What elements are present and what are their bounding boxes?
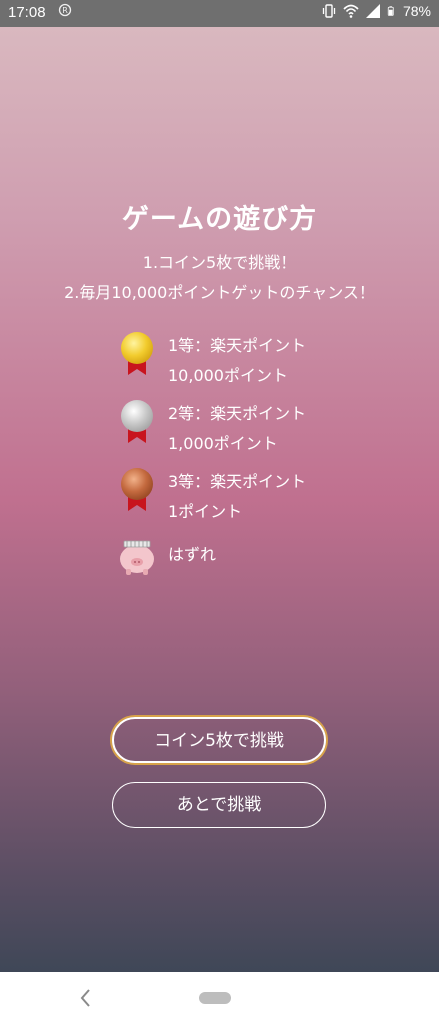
gold-medal-icon — [121, 332, 153, 375]
prize-amount: 10,000ポイント — [168, 366, 288, 385]
status-bar: 17:08 R 78% — [0, 0, 439, 27]
rule-line: 2.毎月10,000ポイントゲットのチャンス！ — [64, 283, 375, 302]
silver-medal-icon — [121, 400, 153, 443]
rule-line: 1.コイン5枚で挑戦！ — [142, 253, 297, 272]
challenge-later-button[interactable]: あとで挑戦 — [112, 782, 326, 828]
battery-percent: 78% — [402, 3, 431, 19]
page-title: ゲームの遊び方 — [121, 204, 318, 235]
back-icon[interactable] — [76, 986, 96, 1010]
home-pill-icon[interactable] — [199, 992, 231, 1004]
status-time: 17:08 — [8, 4, 46, 21]
bronze-medal-icon — [121, 468, 153, 511]
prize-rank: はずれ — [168, 545, 217, 564]
signal-icon — [365, 4, 380, 18]
prize-rank: 1等：楽天ポイント — [168, 336, 307, 355]
prize-rank: 2等：楽天ポイント — [168, 404, 307, 423]
screen: 17:08 R 78% ゲームの遊び方 1.コイン5枚で挑戦！ 2.毎月10,0… — [0, 0, 439, 1024]
app-notification-icon: R — [58, 3, 72, 21]
status-icons: 78% — [321, 3, 431, 19]
battery-icon — [387, 6, 394, 16]
prize-rank: 3等：楽天ポイント — [168, 472, 307, 491]
wifi-icon — [343, 4, 359, 18]
svg-text:R: R — [62, 6, 68, 15]
navigation-bar — [0, 972, 439, 1024]
prize-amount: 1,000ポイント — [168, 434, 278, 453]
game-info-panel: ゲームの遊び方 1.コイン5枚で挑戦！ 2.毎月10,000ポイントゲットのチャ… — [0, 27, 439, 972]
challenge-with-coins-button[interactable]: コイン5枚で挑戦 — [112, 717, 326, 763]
pig-miss-icon — [120, 540, 154, 575]
prize-amount: 1ポイント — [168, 502, 243, 521]
vibrate-icon — [322, 4, 336, 18]
